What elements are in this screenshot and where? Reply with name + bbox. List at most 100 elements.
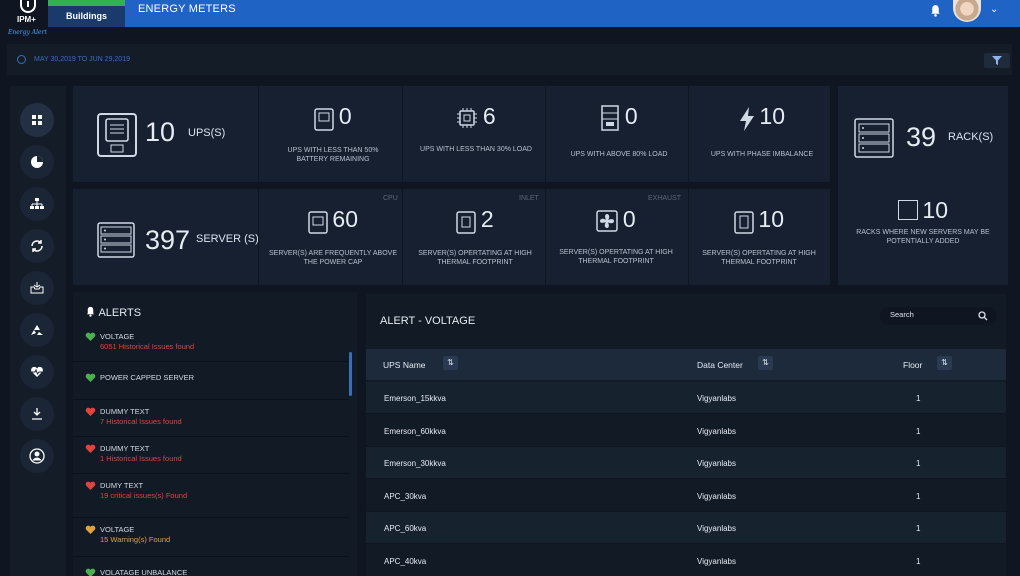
- cell-data-center: Vigyanlabs: [697, 426, 736, 436]
- battery-icon: [308, 211, 328, 234]
- cell-floor: 1: [916, 557, 921, 566]
- ups-count: 10: [145, 117, 176, 147]
- recycle-icon: [31, 325, 43, 335]
- alert-title: VOLTAGE: [100, 332, 135, 341]
- filter-button[interactable]: [984, 53, 1010, 68]
- chevron-down-icon[interactable]: ⌄: [990, 4, 998, 15]
- chip-icon: [457, 108, 478, 128]
- alert-title: DUMY TEXT: [100, 481, 144, 490]
- column-floor: Floor: [903, 360, 923, 370]
- cell-data-center: Vigyanlabs: [697, 491, 736, 501]
- cabinet-icon: [601, 105, 620, 131]
- ups-load80-stat[interactable]: 0 UPS WITH ABOVE 80% LOAD: [559, 103, 679, 159]
- page-title: ENERGY METERS: [138, 3, 236, 15]
- tag-inlet: INLET: [519, 195, 539, 202]
- heart-icon: [85, 444, 96, 453]
- nav-dashboard[interactable]: [20, 103, 54, 137]
- filter-icon: [992, 56, 1002, 65]
- fan-icon: [596, 210, 619, 232]
- alert-subtitle: 7 Historical Issues found: [100, 417, 182, 426]
- rack-unit: RACK(S): [948, 131, 994, 143]
- avatar[interactable]: [953, 0, 981, 22]
- alert-item[interactable]: DUMMY TEXT 1 Historical Issues found: [73, 437, 349, 474]
- sort-icon[interactable]: ⇅: [937, 356, 952, 370]
- nav-hierarchy[interactable]: [20, 187, 54, 221]
- column-data-center: Data Center: [697, 360, 743, 370]
- server-other-stat[interactable]: 10 SERVER(S) OPERTATING AT HIGH THERMAL …: [693, 206, 825, 267]
- user-icon: [29, 448, 45, 464]
- battery-icon: [314, 108, 335, 131]
- nav-sync[interactable]: [20, 229, 54, 263]
- ups-summary-card: 10 UPS(S) 0 UPS WITH LESS THAN 50% BATTE…: [73, 86, 830, 182]
- search-box[interactable]: [880, 307, 997, 325]
- alert-subtitle: 15 Warning(s) Found: [100, 535, 171, 544]
- cell-data-center: Vigyanlabs: [697, 557, 736, 566]
- search-input[interactable]: [890, 310, 970, 319]
- cell-floor: 1: [916, 459, 921, 469]
- nav-inbox[interactable]: [20, 271, 54, 305]
- bell-icon[interactable]: [929, 4, 942, 17]
- date-range[interactable]: MAY 30,2019 TO JUN 29,2019: [34, 56, 130, 63]
- alert-item[interactable]: VOLTAGE 6051 Historical Issues found: [73, 325, 349, 362]
- table-row[interactable]: APC_40kva Vigyanlabs 1: [366, 545, 1006, 576]
- tab-buildings[interactable]: Buildings: [48, 0, 125, 27]
- cell-floor: 1: [916, 394, 921, 403]
- ups-icon: [97, 113, 137, 157]
- ups-load30-stat[interactable]: 6 UPS WITH LESS THAN 30% LOAD: [416, 103, 536, 154]
- cell-floor: 1: [916, 426, 921, 436]
- table-row[interactable]: APC_30kva Vigyanlabs 1: [366, 480, 1006, 512]
- logo-text: IPM+: [17, 15, 36, 24]
- table-header: UPS Name ⇅ Data Center ⇅ Floor ⇅: [366, 349, 1006, 380]
- table-row[interactable]: Emerson_30kkva Vigyanlabs 1: [366, 447, 1006, 480]
- heart-icon: [85, 525, 96, 534]
- cell-data-center: Vigyanlabs: [697, 394, 736, 403]
- table-row[interactable]: Emerson_15kkva Vigyanlabs 1: [366, 382, 1006, 414]
- server-cpu-stat[interactable]: 60 SERVER(S) ARE FREQUENTLY ABOVE THE PO…: [268, 206, 398, 267]
- rack-summary-card: 39 RACK(S) 10 RACKS WHERE NEW SERVERS MA…: [838, 86, 1008, 285]
- cell-floor: 1: [916, 491, 921, 501]
- rack-count: 39: [906, 122, 937, 152]
- server-exhaust-stat[interactable]: 0 SERVER(S) OPERTATING AT HIGH THERMAL F…: [551, 206, 681, 266]
- cell-ups-name: APC_40kva: [384, 557, 427, 566]
- server-icon: [97, 222, 135, 258]
- alert-item[interactable]: POWER CAPPED SERVER: [73, 362, 349, 400]
- alert-title: VOLATAGE UNBALANCE: [100, 568, 188, 576]
- voltage-table-panel: ALERT - VOLTAGE UPS Name ⇅ Data Center ⇅…: [366, 294, 1006, 576]
- heart-icon: [85, 568, 96, 576]
- sidebar: [10, 86, 66, 576]
- alert-item[interactable]: VOLTAGE 15 Warning(s) Found: [73, 518, 349, 557]
- bell-icon: [86, 306, 95, 317]
- heart-icon: [85, 373, 96, 382]
- top-bar: ENERGY METERS ⌄: [0, 0, 1020, 27]
- alert-item[interactable]: VOLATAGE UNBALANCE: [73, 557, 349, 576]
- cell-ups-name: APC_30kva: [384, 491, 427, 501]
- nav-download[interactable]: [20, 397, 54, 431]
- alert-item[interactable]: DUMY TEXT 19 critical issues(s) Found: [73, 474, 349, 518]
- nav-profile[interactable]: [20, 439, 54, 473]
- sort-icon[interactable]: ⇅: [758, 356, 773, 370]
- tab-buildings-label: Buildings: [66, 11, 107, 21]
- server-unit: SERVER (S): [196, 233, 259, 245]
- cell-ups-name: Emerson_60kkva: [384, 426, 446, 436]
- lightning-icon: [739, 107, 754, 131]
- ups-battery-stat[interactable]: 0 UPS WITH LESS THAN 50% BATTERY REMAINI…: [273, 103, 393, 164]
- alert-title: VOLTAGE: [100, 525, 135, 534]
- ups-phase-stat[interactable]: 10 UPS WITH PHASE IMBALANCE: [702, 103, 822, 159]
- nav-analytics[interactable]: [20, 145, 54, 179]
- rack-new-stat[interactable]: 10 RACKS WHERE NEW SERVERS MAY BE POTENT…: [848, 197, 998, 246]
- alert-subtitle: 1 Historical Issues found: [100, 454, 182, 463]
- cell-ups-name: Emerson_30kkva: [384, 459, 446, 469]
- nav-health[interactable]: [20, 355, 54, 389]
- alert-title: DUMMY TEXT: [100, 444, 150, 453]
- alerts-scrollbar[interactable]: [349, 352, 352, 396]
- alert-item[interactable]: DUMMY TEXT 7 Historical Issues found: [73, 400, 349, 437]
- nav-recycle[interactable]: [20, 313, 54, 347]
- sort-icon[interactable]: ⇅: [443, 356, 458, 370]
- table-row[interactable]: Emerson_60kkva Vigyanlabs 1: [366, 415, 1006, 447]
- server-inlet-stat[interactable]: 2 SERVER(S) OPERTATING AT HIGH THERMAL F…: [410, 206, 540, 267]
- table-row[interactable]: APC_60kva Vigyanlabs 1: [366, 512, 1006, 545]
- search-icon[interactable]: [978, 311, 988, 321]
- column-ups-name: UPS Name: [383, 360, 426, 370]
- heartbeat-icon: [31, 366, 43, 377]
- alert-subtitle: 19 critical issues(s) Found: [100, 491, 188, 500]
